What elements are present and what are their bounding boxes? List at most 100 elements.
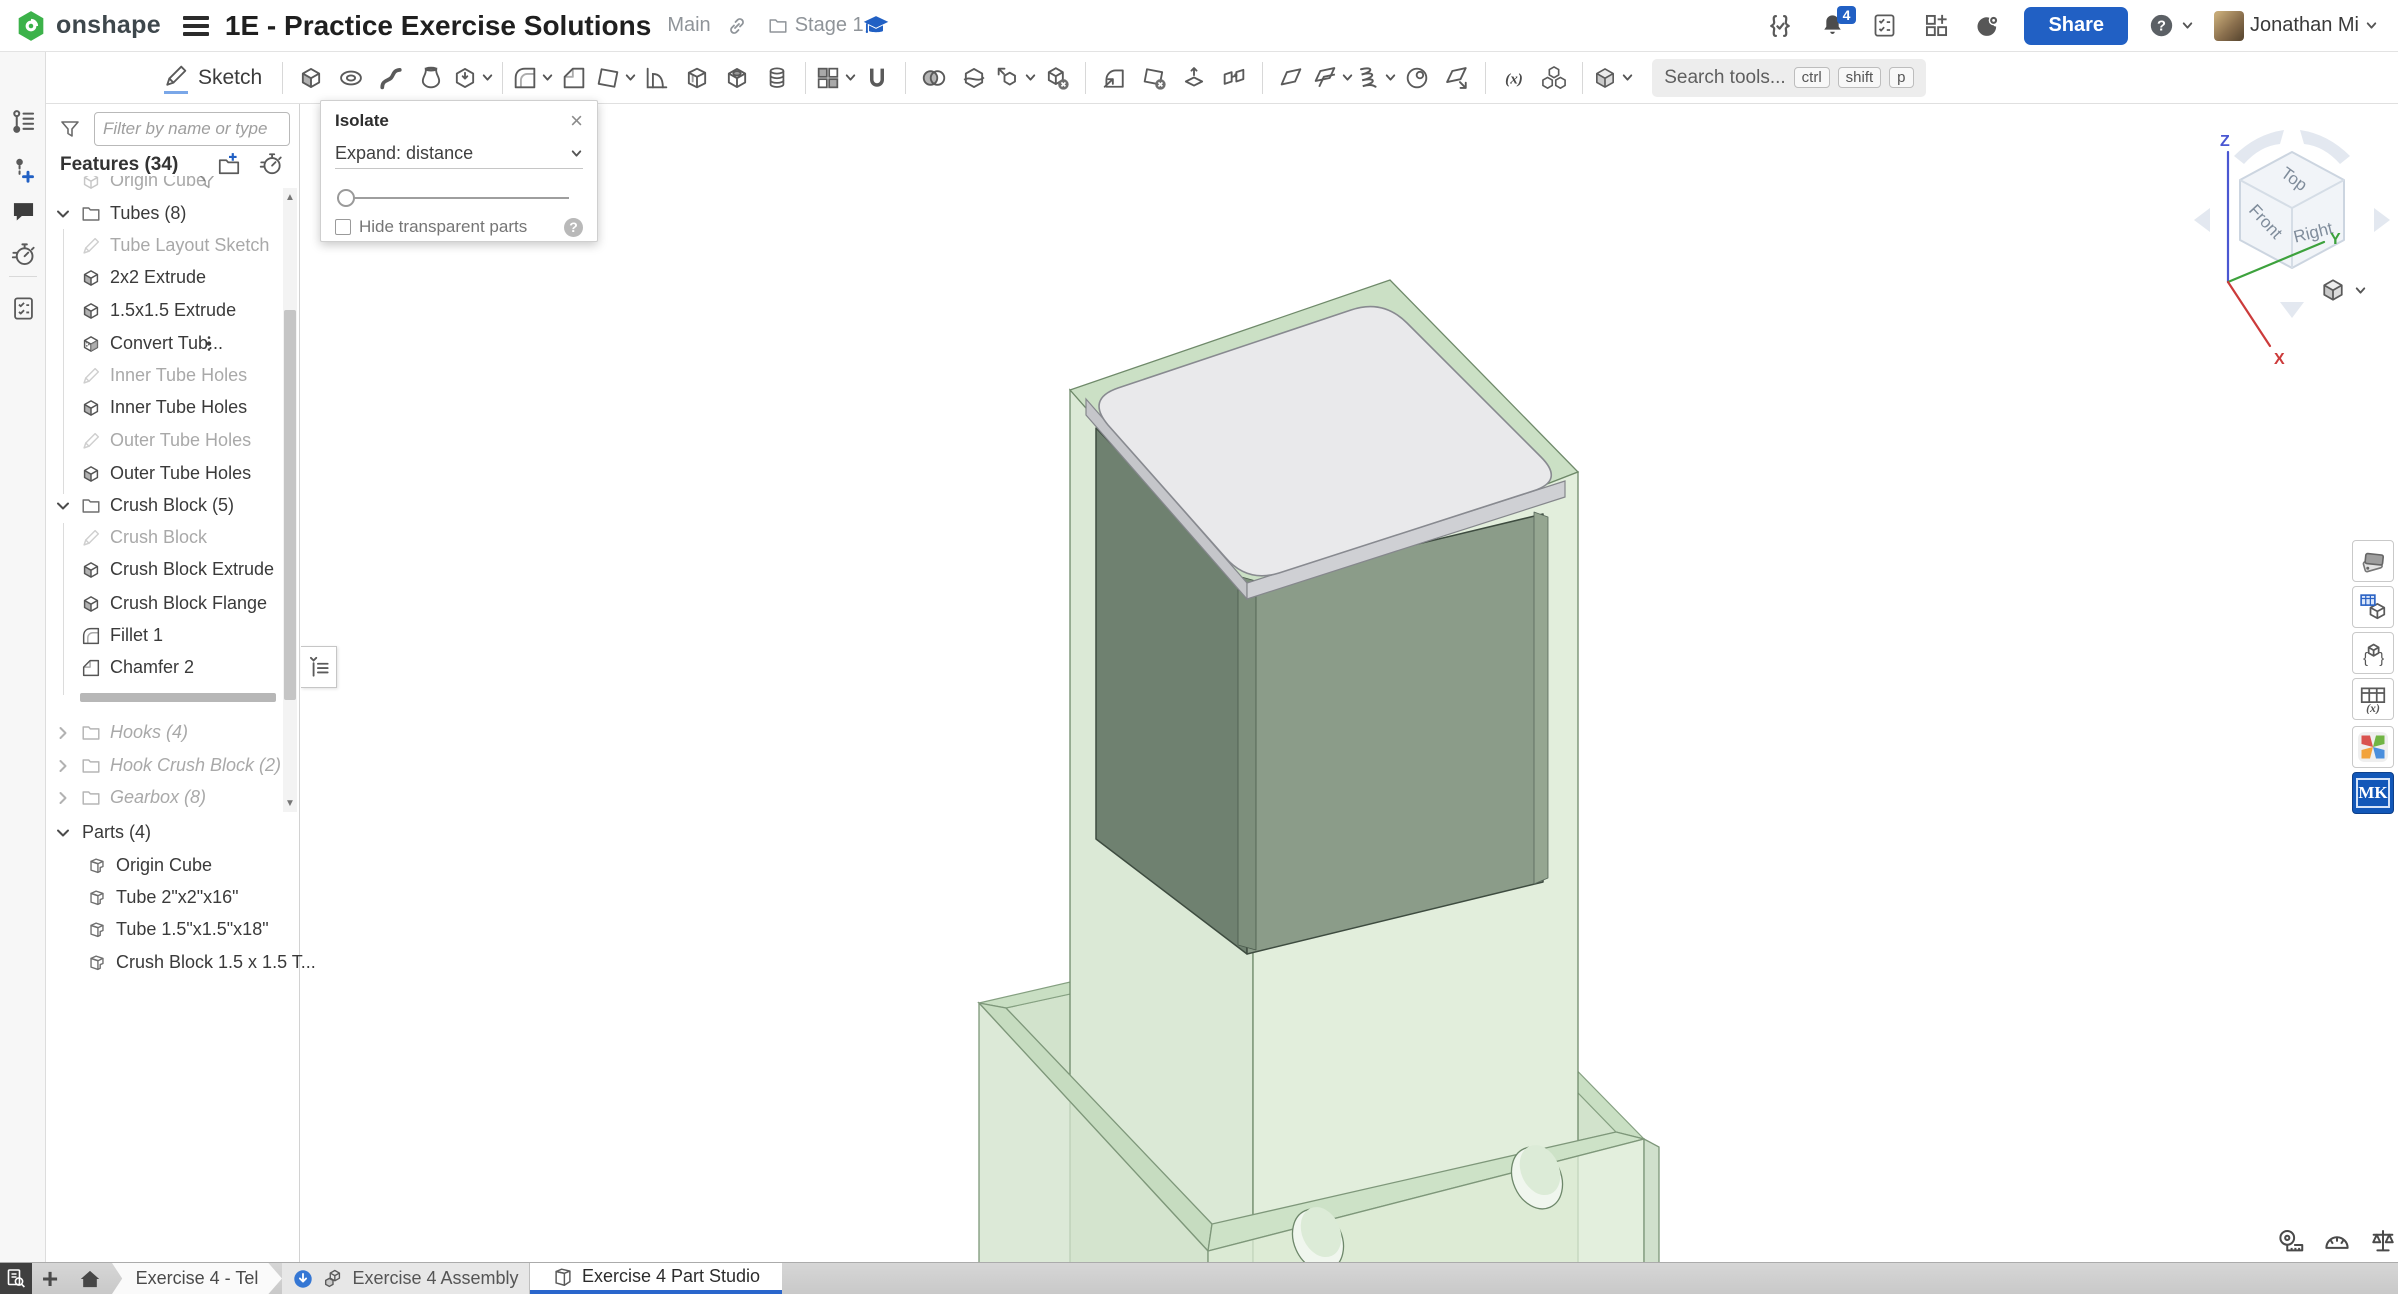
delete-face-tool[interactable] — [1134, 57, 1174, 99]
folder-row-hooks[interactable]: Hooks (4) — [46, 718, 300, 748]
fill-surface-tool[interactable] — [1437, 57, 1477, 99]
part-row[interactable]: Origin Cube — [46, 851, 299, 881]
appearance-swatches-button[interactable] — [2352, 540, 2394, 582]
tape-measure-icon[interactable] — [2276, 1226, 2306, 1256]
transform-tool[interactable] — [994, 57, 1037, 99]
feature-row-extrude[interactable]: 2x2 Extrude — [46, 263, 300, 293]
filter-input[interactable] — [94, 112, 290, 146]
feature-row-sketch[interactable]: Crush Block — [46, 523, 300, 553]
revolve-tool[interactable] — [331, 57, 371, 99]
move-face-tool[interactable] — [1174, 57, 1214, 99]
thread-tool[interactable] — [757, 57, 797, 99]
onshape-logo[interactable]: onshape — [14, 9, 161, 43]
comments-icon[interactable] — [0, 191, 46, 231]
follow-checklist-icon[interactable] — [0, 288, 46, 328]
rotate-down-icon[interactable] — [2280, 302, 2304, 318]
home-button[interactable] — [68, 1263, 112, 1294]
view-cube-widget[interactable]: Top Front Right Z Y X — [2186, 122, 2398, 378]
apps-grid-add-icon[interactable] — [1920, 10, 1952, 42]
custom-features-tool[interactable] — [1534, 57, 1574, 99]
expand-mode-dropdown[interactable]: Expand: distance — [335, 139, 583, 169]
history-stopwatch-icon[interactable] — [0, 234, 46, 274]
graduation-cap-icon[interactable] — [862, 12, 890, 40]
panel-toggle-button[interactable] — [301, 646, 337, 688]
feature-row-convert[interactable]: Convert Tub... — [46, 329, 300, 359]
extrude-tool[interactable] — [291, 57, 331, 99]
configuration-table-button[interactable] — [2352, 586, 2394, 628]
chevron-down-icon[interactable] — [55, 825, 71, 841]
fillet-tool[interactable] — [511, 57, 554, 99]
sphere-tool[interactable] — [1397, 57, 1437, 99]
view-options-button[interactable] — [2318, 272, 2390, 308]
part-row[interactable]: Tube 1.5"x1.5"x18" — [46, 915, 299, 945]
notifications-bell-icon[interactable]: 4 — [1816, 10, 1848, 42]
replace-face-tool[interactable] — [1214, 57, 1254, 99]
tab-exercise-4-assembly[interactable]: Exercise 4 Assembly — [282, 1263, 530, 1294]
chevron-right-icon[interactable] — [55, 725, 71, 741]
help-icon[interactable]: ? — [564, 218, 583, 237]
chevron-down-icon[interactable] — [55, 206, 71, 222]
part-row[interactable]: Crush Block 1.5 x 1.5 T... — [46, 948, 299, 978]
feature-row-sketch[interactable]: Tube Layout Sketch — [46, 231, 300, 261]
add-folder-icon[interactable] — [216, 150, 244, 178]
document-title[interactable]: 1E - Practice Exercise Solutions — [225, 10, 651, 42]
linear-pattern-tool[interactable] — [814, 57, 857, 99]
color-pinwheel-app-button[interactable] — [2352, 726, 2394, 768]
loft-tool[interactable] — [411, 57, 451, 99]
feature-row-extrude[interactable]: Inner Tube Holes — [46, 393, 300, 423]
sketch-tool[interactable]: Sketch — [150, 57, 274, 99]
mirror-tool[interactable] — [857, 57, 897, 99]
user-menu[interactable]: Jonathan Mi — [2214, 11, 2378, 41]
rotate-arrow-icon[interactable] — [2300, 130, 2350, 164]
feature-row-sketch[interactable]: Outer Tube Holes — [46, 426, 300, 456]
feature-row-extrude[interactable]: Crush Block Flange — [46, 589, 300, 619]
share-button[interactable]: Share — [2024, 7, 2128, 45]
feature-history-icon[interactable] — [258, 150, 286, 178]
version-breadcrumb[interactable]: Stage 1 — [767, 14, 864, 37]
tab-exercise-4-tel[interactable]: Exercise 4 - Tel — [112, 1263, 282, 1294]
feature-list-icon[interactable] — [0, 101, 46, 141]
context-menu-dots-icon[interactable] — [198, 333, 220, 355]
rib-tool[interactable] — [637, 57, 677, 99]
hamburger-menu-icon[interactable] — [183, 16, 209, 36]
folder-row-gearbox[interactable]: Gearbox (8) — [46, 783, 300, 813]
learning-center-icon[interactable] — [1972, 10, 2004, 42]
chevron-right-icon[interactable] — [55, 790, 71, 806]
delete-part-tool[interactable] — [1037, 57, 1077, 99]
feature-row-extrude[interactable]: 1.5x1.5 Extrude — [46, 296, 300, 326]
protractor-icon[interactable] — [2322, 1226, 2352, 1256]
thicken-tool[interactable] — [1311, 57, 1354, 99]
hole-tool[interactable] — [717, 57, 757, 99]
search-tools-button[interactable]: Search tools... ctrl shift p — [1652, 59, 1925, 97]
link-icon[interactable] — [725, 14, 749, 38]
help-menu[interactable] — [2148, 12, 2194, 39]
feature-script-icon[interactable] — [1764, 10, 1796, 42]
feature-row-extrude[interactable]: Outer Tube Holes — [46, 459, 300, 489]
scroll-down-arrow[interactable]: ▼ — [283, 794, 297, 812]
feature-row-origin-cube[interactable]: Origin Cube — [46, 176, 300, 196]
slider-handle[interactable] — [337, 189, 355, 207]
workspace-name[interactable]: Main — [667, 14, 710, 37]
part-row[interactable]: Tube 2"x2"x16" — [46, 883, 299, 913]
parts-section-header[interactable]: Parts (4) — [46, 818, 300, 848]
slider-track[interactable] — [337, 197, 569, 199]
feature-row-chamfer[interactable]: Chamfer 2 — [46, 653, 300, 683]
checkbox[interactable] — [335, 219, 351, 235]
folder-row-tubes[interactable]: Tubes (8) — [46, 199, 300, 229]
boolean-tool[interactable] — [914, 57, 954, 99]
view-modes-button[interactable] — [1591, 57, 1634, 99]
feature-row-fillet[interactable]: Fillet 1 — [46, 621, 300, 651]
draft-tool[interactable] — [594, 57, 637, 99]
split-tool[interactable] — [954, 57, 994, 99]
tasks-list-icon[interactable] — [1868, 10, 1900, 42]
chevron-down-icon[interactable] — [55, 498, 71, 514]
rotate-left-icon[interactable] — [2194, 208, 2210, 232]
variables-tool[interactable] — [1494, 57, 1534, 99]
rotate-right-icon[interactable] — [2374, 208, 2390, 232]
helix-tool[interactable] — [1354, 57, 1397, 99]
feature-row-extrude[interactable]: Crush Block Extrude — [46, 555, 300, 585]
distance-slider[interactable] — [337, 189, 581, 207]
configuration-variables-button[interactable] — [2352, 678, 2394, 720]
search-tabs-button[interactable] — [0, 1263, 32, 1294]
close-icon[interactable]: × — [570, 113, 583, 129]
